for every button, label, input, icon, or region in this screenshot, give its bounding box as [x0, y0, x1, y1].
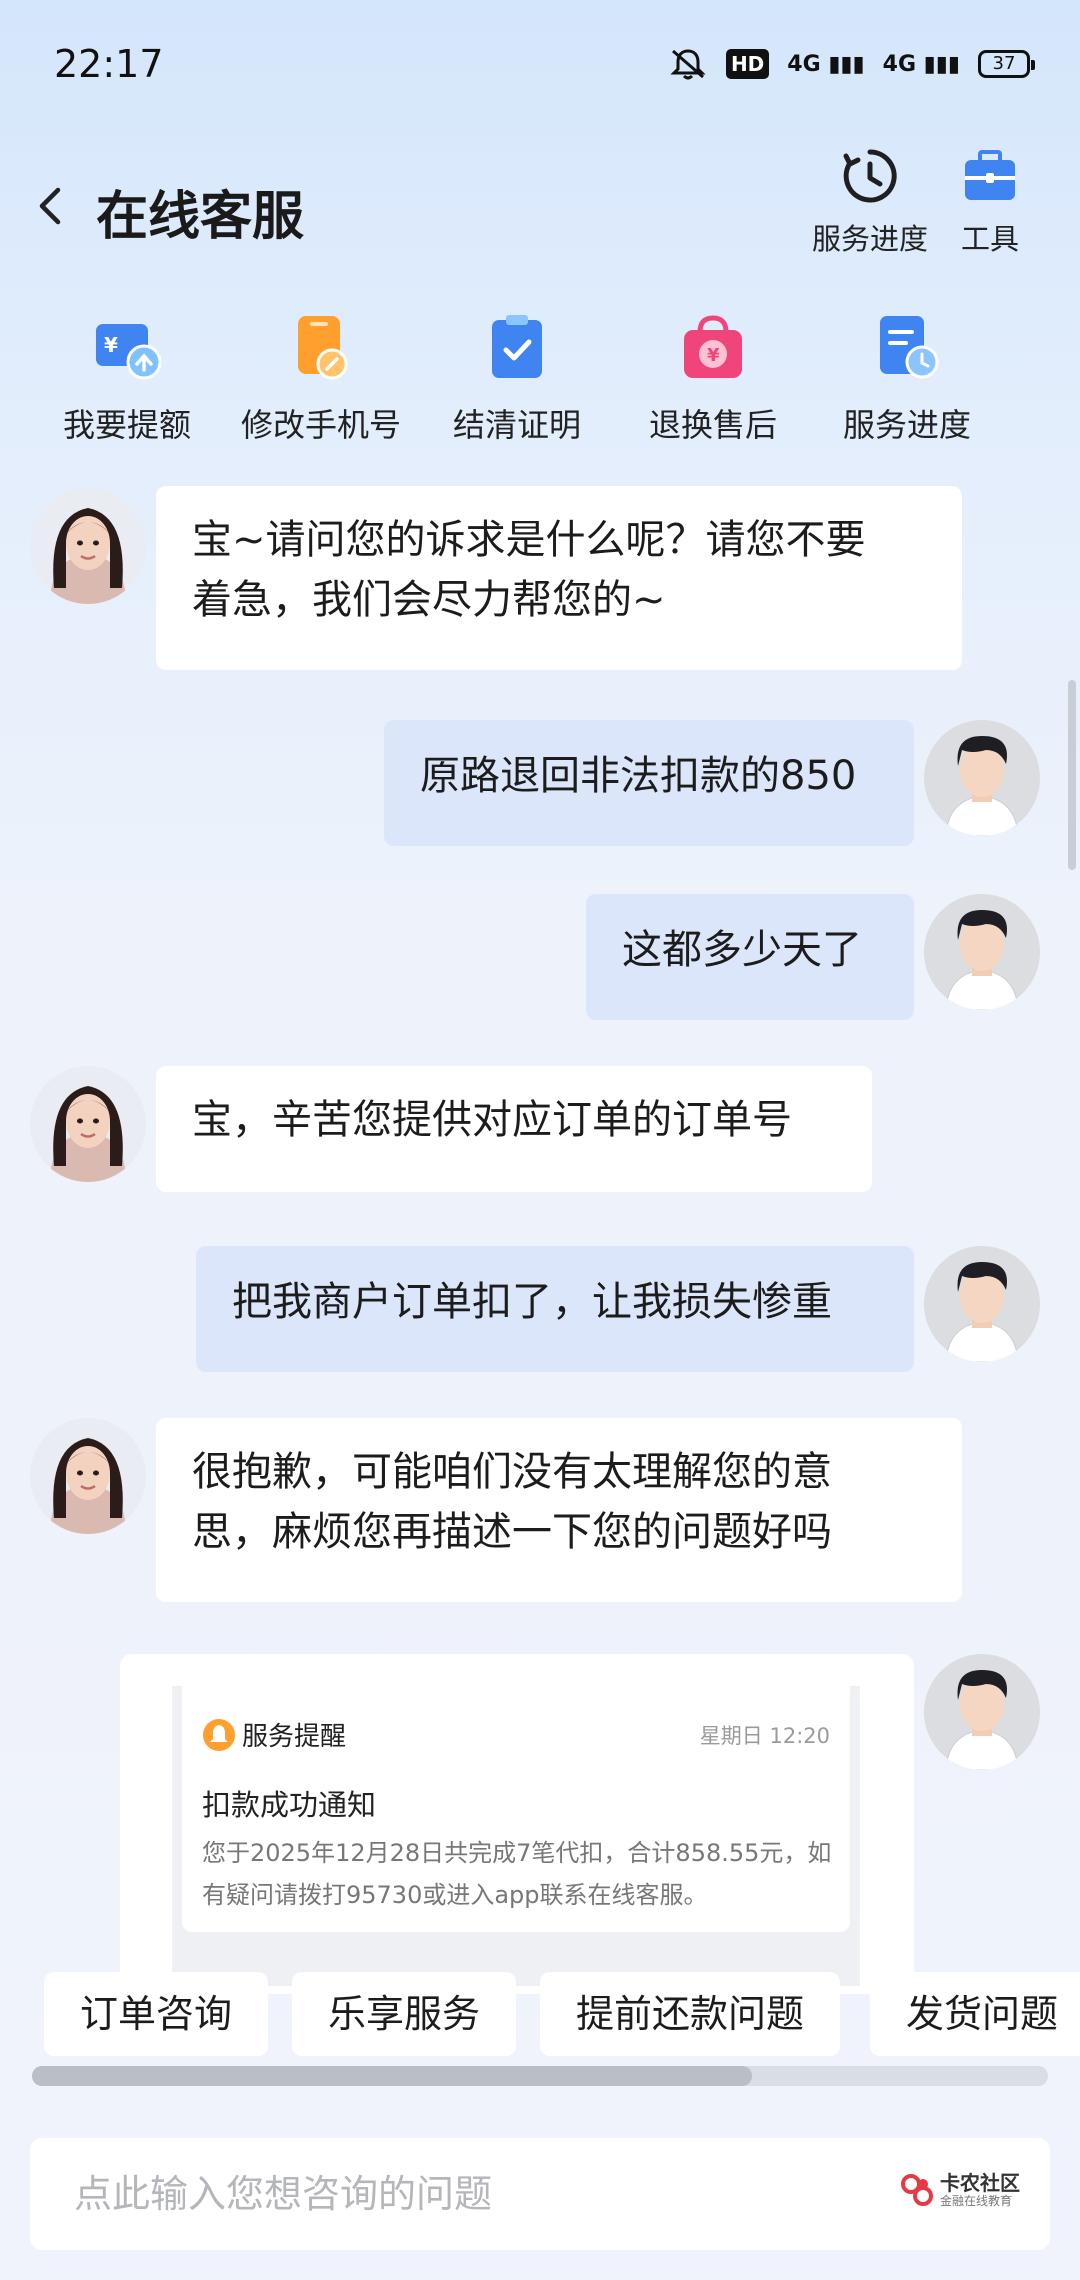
quick-action-label: 退换售后: [648, 406, 777, 444]
battery-indicator: 37: [978, 50, 1035, 78]
notification-time: 星期日 12:20: [699, 1724, 830, 1748]
image-message[interactable]: 服务提醒 星期日 12:20 扣款成功通知 您于2025年12月28日共完成7笔…: [120, 1654, 914, 1994]
user-message: 这都多少天了: [586, 894, 914, 1020]
signal-1: 4G ▮▮▮: [787, 51, 865, 77]
clipboard-check-icon: [492, 315, 542, 378]
status-time: 22:17: [54, 42, 164, 86]
suggestion-chip[interactable]: 发货问题: [870, 1972, 1080, 2056]
document-clock-icon: [880, 316, 939, 379]
watermark-text: 卡农社区 金融在线教育: [940, 2172, 1020, 2208]
quick-action-raise-limit[interactable]: ¥ 我要提额: [32, 312, 222, 446]
chevron-left-icon: [39, 187, 61, 225]
quick-action-label: 结清证明: [452, 406, 581, 444]
message-line: 思，麻烦您再描述一下您的问题好吗: [192, 1509, 832, 1555]
agent-message: 宝，辛苦您提供对应订单的订单号: [156, 1066, 872, 1192]
quick-action-returns[interactable]: ¥ 退换售后: [618, 312, 808, 446]
user-message: 把我商户订单扣了，让我损失惨重: [196, 1246, 914, 1372]
suggestion-chip[interactable]: 乐享服务: [292, 1972, 517, 2056]
agent-avatar[interactable]: [30, 488, 146, 604]
shopping-bag-yuan-icon: ¥: [684, 315, 742, 378]
quick-action-service-progress[interactable]: 服务进度: [812, 312, 1002, 446]
watermark-sub: 金融在线教育: [940, 2194, 1013, 2208]
user-avatar[interactable]: [924, 894, 1040, 1010]
clock-icon: [843, 149, 897, 203]
suggestion-chips: 订单咨询 乐享服务 提前还款问题 发货问题: [44, 1972, 1080, 2056]
agent-avatar-image: [30, 1066, 146, 1182]
user-avatar[interactable]: [924, 720, 1040, 836]
quick-action-label: 修改手机号: [240, 406, 401, 444]
agent-avatar[interactable]: [30, 1418, 146, 1534]
agent-avatar-image: [30, 1418, 146, 1534]
user-avatar-image: [924, 894, 1040, 1010]
notification-card: 服务提醒 星期日 12:20 扣款成功通知 您于2025年12月28日共完成7笔…: [182, 1686, 850, 1932]
svg-text:¥: ¥: [707, 345, 720, 366]
svg-text:¥: ¥: [104, 333, 118, 357]
quick-action-label: 服务进度: [842, 406, 971, 444]
bell-icon: [203, 1718, 235, 1751]
message-line: 这都多少天了: [622, 927, 862, 973]
screenshot-image: 服务提醒 星期日 12:20 扣款成功通知 您于2025年12月28日共完成7笔…: [172, 1686, 860, 1986]
mute-icon: [670, 49, 706, 80]
agent-avatar-image: [30, 488, 146, 604]
vertical-scrollbar[interactable]: [1068, 680, 1076, 870]
message-input-box[interactable]: 卡农社区 金融在线教育: [30, 2138, 1050, 2250]
message-line: 着急，我们会尽力帮您的~: [192, 577, 666, 623]
message-line: 把我商户订单扣了，让我损失惨重: [232, 1279, 832, 1325]
notification-body: 您于2025年12月28日共完成7笔代扣，合计858.55元，如有疑问请拨打95…: [202, 1839, 832, 1909]
message-line: 很抱歉，可能咱们没有太理解您的意: [192, 1449, 832, 1495]
user-avatar-image: [924, 720, 1040, 836]
suggestion-chip[interactable]: 订单咨询: [44, 1972, 269, 2056]
message-line: 宝~请问您的诉求是什么呢？请您不要: [192, 517, 866, 563]
user-avatar[interactable]: [924, 1246, 1040, 1362]
user-avatar-image: [924, 1654, 1040, 1770]
tools-button[interactable]: 工具: [920, 146, 1060, 258]
quick-action-label: 我要提额: [62, 406, 191, 444]
quick-action-change-phone[interactable]: 修改手机号: [226, 312, 416, 446]
back-button[interactable]: [30, 176, 80, 236]
notification-source: 服务提醒: [242, 1722, 347, 1752]
status-icons: HD 4G ▮▮▮ 4G ▮▮▮ 37: [668, 44, 1035, 84]
message-line: 原路退回非法扣款的850: [420, 753, 857, 799]
horizontal-scroll-thumb[interactable]: [32, 2066, 752, 2086]
page-title: 在线客服: [96, 187, 305, 247]
signal-2: 4G ▮▮▮: [882, 51, 960, 77]
service-progress-button[interactable]: 服务进度: [800, 146, 940, 258]
toolbox-icon: [965, 150, 1015, 200]
message-input[interactable]: [74, 2138, 874, 2250]
quick-action-settlement-proof[interactable]: 结清证明: [422, 312, 612, 446]
suggestion-chip[interactable]: 提前还款问题: [540, 1972, 841, 2056]
service-progress-label: 服务进度: [811, 222, 928, 256]
wallet-upload-icon: ¥: [96, 324, 162, 380]
user-avatar[interactable]: [924, 1654, 1040, 1770]
watermark-main: 卡农社区: [940, 2171, 1020, 2195]
agent-avatar[interactable]: [30, 1066, 146, 1182]
quick-actions-row: ¥ 我要提额 修改手机号 结清证明 ¥ 退换售后 服务进度: [0, 312, 1080, 452]
notification-heading: 扣款成功通知: [202, 1788, 377, 1822]
agent-message: 宝~请问您的诉求是什么呢？请您不要 着急，我们会尽力帮您的~: [156, 486, 962, 670]
watermark-logo-icon: [901, 2174, 933, 2206]
hd-badge: HD: [725, 49, 770, 79]
watermark: 卡农社区 金融在线教育: [900, 2172, 1020, 2208]
phone-edit-icon: [298, 316, 348, 380]
agent-message: 很抱歉，可能咱们没有太理解您的意 思，麻烦您再描述一下您的问题好吗: [156, 1418, 962, 1602]
user-message: 原路退回非法扣款的850: [384, 720, 914, 846]
notification-source-row: 服务提醒: [202, 1716, 346, 1753]
message-line: 宝，辛苦您提供对应订单的订单号: [192, 1097, 792, 1143]
user-avatar-image: [924, 1246, 1040, 1362]
tools-label: 工具: [960, 222, 1019, 256]
